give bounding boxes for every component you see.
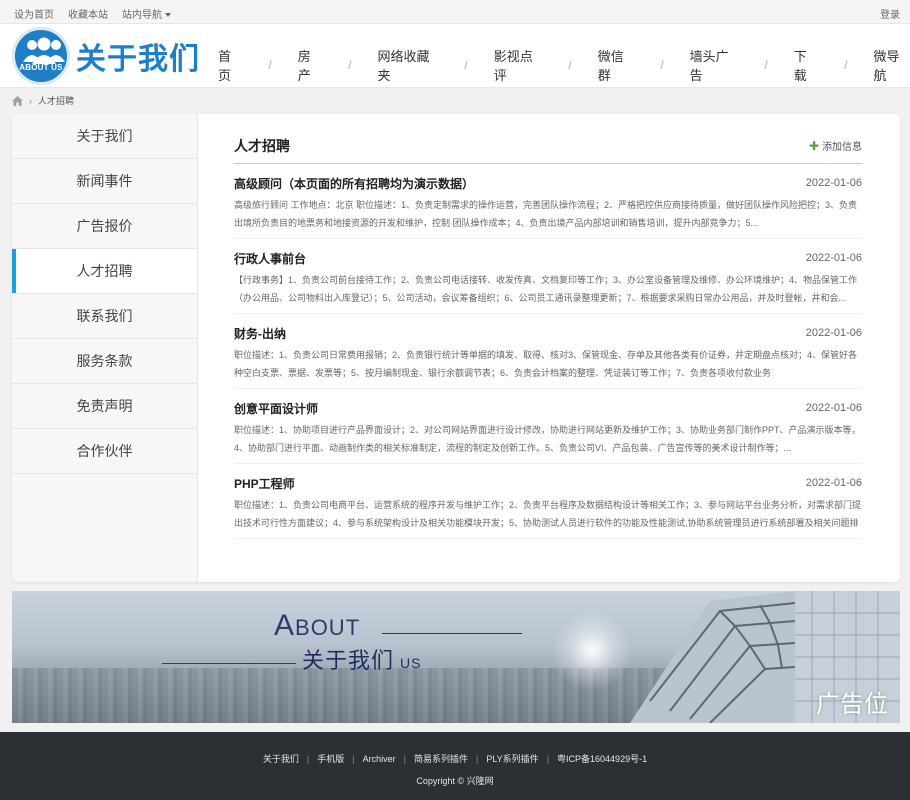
nav-realestate[interactable]: 房产	[298, 46, 322, 84]
plus-icon: ✚	[808, 138, 819, 153]
site-nav-label: 站内导航	[122, 10, 162, 21]
banner-about-en: ABOUT	[274, 609, 360, 643]
job-title[interactable]: PHP工程师	[234, 475, 295, 492]
list-item: PHP工程师 2022-01-06 职位描述：1、负责公司电商平台、运营系统的程…	[234, 464, 862, 539]
top-bar: 设为首页 收藏本站 站内导航 登录	[0, 0, 910, 24]
top-links: 设为首页 收藏本站 站内导航	[14, 6, 171, 21]
nav-favorites[interactable]: 网络收藏夹	[377, 46, 438, 84]
main-nav: 首页 / 房产 / 网络收藏夹 / 影视点评 / 微信群 / 墙头广告 / 下载…	[218, 46, 910, 84]
footer-links: 关于我们 | 手机版 | Archiver | 简易系列插件 | PLY系列插件…	[0, 752, 910, 765]
banner-about-letter: A	[274, 609, 296, 642]
sidebar-item-news[interactable]: 新闻事件	[12, 159, 197, 204]
job-title[interactable]: 高级顾问（本页面的所有招聘均为演示数据）	[234, 175, 474, 192]
job-title[interactable]: 创意平面设计师	[234, 400, 318, 417]
footer-link-mobile[interactable]: 手机版	[317, 752, 344, 765]
job-title[interactable]: 财务-出纳	[234, 325, 286, 342]
footer-link-ply-plugins[interactable]: PLY系列插件	[486, 752, 538, 765]
job-date: 2022-01-06	[805, 252, 862, 264]
banner-about-cn-text: 关于我们	[302, 648, 395, 673]
breadcrumb-arrow-icon: ›	[29, 95, 32, 106]
job-date: 2022-01-06	[805, 402, 862, 414]
nav-micro-nav[interactable]: 微导航	[873, 46, 910, 84]
nav-home[interactable]: 首页	[218, 46, 242, 84]
banner-about-cn: 关于我们 US	[302, 643, 421, 675]
chevron-down-icon	[165, 13, 171, 18]
banner-about-us: US	[400, 655, 422, 671]
breadcrumb-current: 人才招聘	[38, 96, 75, 106]
job-description: 职位描述：1、负责公司电商平台、运营系统的程序开发与维护工作；2、负责平台程序及…	[234, 500, 862, 528]
list-item: 行政人事前台 2022-01-06 【行政事务】1、负责公司前台接待工作；2、负…	[234, 239, 862, 314]
login-link[interactable]: 登录	[880, 6, 900, 21]
banner-rule	[162, 663, 296, 664]
banner-rule	[382, 633, 522, 634]
list-item: 创意平面设计师 2022-01-06 职位描述：1、协助项目进行产品界面设计；2…	[234, 389, 862, 464]
footer-separator: |	[352, 753, 355, 764]
ad-label: 广告位	[816, 691, 888, 718]
content-header: 人才招聘 ✚ 添加信息	[234, 136, 862, 164]
main-panel: 关于我们 新闻事件 广告报价 人才招聘 联系我们 服务条款 免责声明 合作伙伴 …	[12, 114, 900, 582]
job-description: 【行政事务】1、负责公司前台接待工作；2、负责公司电话接转、收发传真、文档复印等…	[234, 275, 858, 303]
footer-link-simple-plugins[interactable]: 简易系列插件	[414, 752, 468, 765]
sidebar: 关于我们 新闻事件 广告报价 人才招聘 联系我们 服务条款 免责声明 合作伙伴	[12, 114, 198, 582]
job-description: 职位描述：1、负责公司日常费用报销；2、负责银行统计等单据的填发、取得、核对3、…	[234, 350, 858, 378]
footer-separator: |	[546, 753, 550, 764]
footer-separator: |	[306, 753, 310, 764]
sidebar-item-terms[interactable]: 服务条款	[12, 339, 197, 384]
sidebar-item-partners[interactable]: 合作伙伴	[12, 429, 197, 474]
footer-link-archiver[interactable]: Archiver	[363, 754, 396, 764]
add-info-label: 添加信息	[822, 142, 862, 153]
content-area: 人才招聘 ✚ 添加信息 高级顾问（本页面的所有招聘均为演示数据） 2022-01…	[234, 136, 862, 539]
site-footer: 关于我们 | 手机版 | Archiver | 简易系列插件 | PLY系列插件…	[0, 732, 910, 800]
job-date: 2022-01-06	[805, 177, 862, 189]
footer-link-about[interactable]: 关于我们	[263, 752, 299, 765]
list-item: 高级顾问（本页面的所有招聘均为演示数据） 2022-01-06 高级旅行顾问 工…	[234, 164, 862, 239]
users-icon	[23, 37, 65, 64]
bookmark-site-link[interactable]: 收藏本站	[68, 6, 108, 21]
job-title[interactable]: 行政人事前台	[234, 250, 306, 267]
nav-wechat-groups[interactable]: 微信群	[598, 46, 635, 84]
ad-banner[interactable]: ABOUT 关于我们 US 广告位	[12, 591, 900, 723]
nav-download[interactable]: 下载	[794, 46, 818, 84]
nav-movie-reviews[interactable]: 影视点评	[494, 46, 543, 84]
job-date: 2022-01-06	[805, 477, 862, 489]
site-header: ABOUT US 关于我们 首页 / 房产 / 网络收藏夹 / 影视点评 / 微…	[0, 24, 910, 88]
nav-separator: /	[348, 58, 352, 72]
page-title: 人才招聘	[234, 138, 290, 154]
nav-separator: /	[268, 58, 272, 72]
nav-separator: /	[764, 58, 768, 72]
nav-separator: /	[568, 58, 572, 72]
banner-about-rest: BOUT	[295, 615, 361, 640]
sidebar-item-contact[interactable]: 联系我们	[12, 294, 197, 339]
sidebar-item-disclaimer[interactable]: 免责声明	[12, 384, 197, 429]
nav-wall-ads[interactable]: 墙头广告	[690, 46, 739, 84]
sidebar-item-about[interactable]: 关于我们	[12, 114, 197, 159]
nav-separator: /	[660, 58, 664, 72]
sidebar-item-recruitment[interactable]: 人才招聘	[12, 249, 197, 294]
add-info-button[interactable]: ✚ 添加信息	[808, 138, 862, 154]
breadcrumb: › 人才招聘	[12, 94, 74, 107]
sidebar-item-ad-pricing[interactable]: 广告报价	[12, 204, 197, 249]
footer-separator: |	[476, 753, 479, 764]
footer-separator: |	[403, 753, 406, 764]
list-item: 财务-出纳 2022-01-06 职位描述：1、负责公司日常费用报销；2、负责银…	[234, 314, 862, 389]
logo-badge[interactable]: ABOUT US	[12, 27, 70, 85]
home-icon[interactable]	[12, 95, 23, 106]
job-description: 高级旅行顾问 工作地点：北京 职位描述：1、负责定制需求的操作运营，完善团队操作…	[234, 200, 858, 228]
job-date: 2022-01-06	[805, 327, 862, 339]
nav-separator: /	[464, 58, 468, 72]
logo-title[interactable]: 关于我们	[76, 34, 200, 78]
site-nav-dropdown[interactable]: 站内导航	[122, 6, 171, 21]
nav-separator: /	[844, 58, 848, 72]
set-homepage-link[interactable]: 设为首页	[14, 6, 54, 21]
job-description: 职位描述：1、协助项目进行产品界面设计；2、对公司网站界面进行设计修改，协助进行…	[234, 425, 861, 453]
footer-link-icp[interactable]: 粤ICP备16044929号-1	[557, 752, 647, 765]
logo-badge-text: ABOUT US	[19, 63, 63, 72]
footer-copyright: Copyright © 兴隆网	[416, 776, 494, 786]
